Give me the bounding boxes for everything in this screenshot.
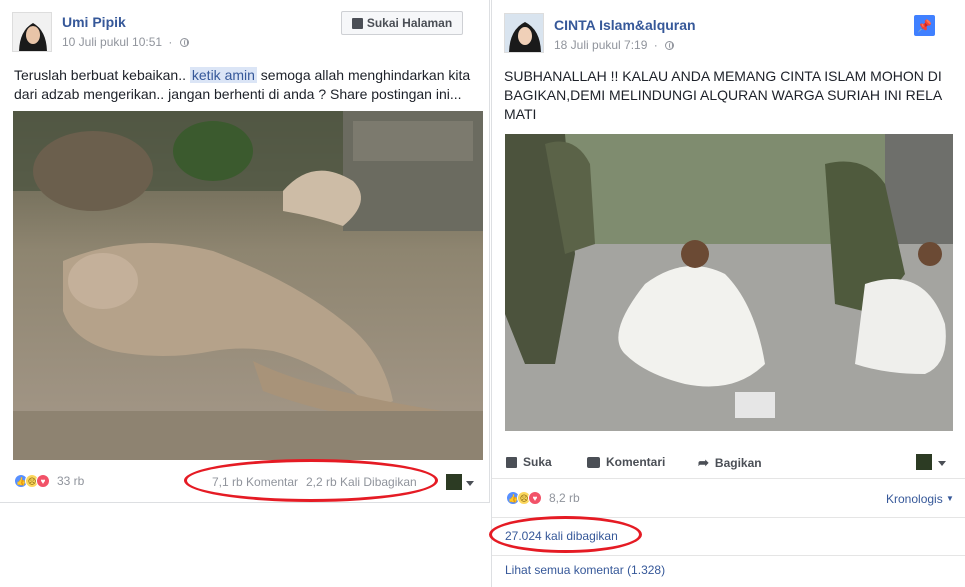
post-text-part: Teruslah berbuat kebaikan..	[14, 67, 190, 83]
timestamp-text[interactable]: 18 Juli pukul 7:19	[554, 38, 647, 52]
sort-dropdown[interactable]: Kronologis ▼	[886, 492, 954, 506]
thumbs-up-icon	[506, 456, 517, 468]
reaction-count: 33 rb	[57, 474, 85, 488]
chevron-down-icon: ▼	[946, 494, 954, 503]
comment-label: Komentari	[606, 455, 666, 469]
sort-label: Kronologis	[886, 492, 943, 506]
author-avatar[interactable]	[504, 13, 544, 53]
like-button[interactable]: Suka	[506, 455, 552, 469]
page-emblem-icon	[446, 474, 462, 490]
post-timestamp[interactable]: 10 Juli pukul 10:51 ·	[62, 35, 189, 49]
author-avatar[interactable]	[12, 12, 52, 52]
annotation-ellipse	[489, 516, 642, 553]
author-name[interactable]: Umi Pipik	[62, 14, 126, 30]
reaction-count: 8,2 rb	[549, 491, 580, 505]
highlighted-text: ketik amin	[189, 67, 257, 83]
chevron-down-icon[interactable]	[938, 461, 946, 466]
post-photo[interactable]	[505, 134, 953, 431]
post-text: Teruslah berbuat kebaikan.. ketik amin s…	[14, 66, 480, 104]
chevron-down-icon[interactable]	[466, 481, 474, 486]
share-button[interactable]: ➦ Bagikan	[698, 455, 762, 471]
comment-button[interactable]: Komentari	[587, 455, 665, 469]
reaction-summary[interactable]: 👍 ☹ ♥ 8,2 rb	[506, 491, 580, 505]
author-name[interactable]: CINTA Islam&alquran	[554, 17, 696, 33]
like-page-label: Sukai Halaman	[366, 16, 453, 30]
page-emblem-icon	[916, 454, 932, 470]
post-text: SUBHANALLAH !! KALAU ANDA MEMANG CINTA I…	[504, 68, 942, 122]
view-all-comments-link[interactable]: Lihat semua komentar (1.328)	[505, 563, 665, 577]
pin-icon[interactable]: 📌	[914, 15, 935, 36]
globe-icon	[179, 38, 189, 47]
timestamp-text[interactable]: 10 Juli pukul 10:51	[62, 35, 162, 49]
share-label: Bagikan	[714, 456, 762, 470]
post-timestamp[interactable]: 18 Juli pukul 7:19 ·	[554, 38, 675, 52]
like-label: Suka	[523, 455, 552, 469]
globe-icon	[665, 41, 675, 50]
like-page-button[interactable]: Sukai Halaman	[341, 11, 463, 35]
love-reaction-icon: ♥	[528, 491, 542, 505]
divider	[492, 555, 965, 556]
comment-icon	[587, 456, 600, 468]
love-reaction-icon: ♥	[36, 474, 50, 488]
thumbs-up-icon	[351, 17, 363, 29]
reaction-summary[interactable]: 👍 ☹ ♥ 33 rb	[14, 474, 84, 488]
post-cinta-islam: CINTA Islam&alquran 18 Juli pukul 7:19 ·…	[489, 0, 965, 587]
post-umi-pipik: Umi Pipik 10 Juli pukul 10:51 · Sukai Ha…	[0, 0, 490, 503]
divider	[492, 478, 965, 479]
share-arrow-icon: ➦	[698, 455, 709, 470]
post-photo[interactable]	[13, 111, 483, 460]
annotation-ellipse	[184, 459, 438, 502]
